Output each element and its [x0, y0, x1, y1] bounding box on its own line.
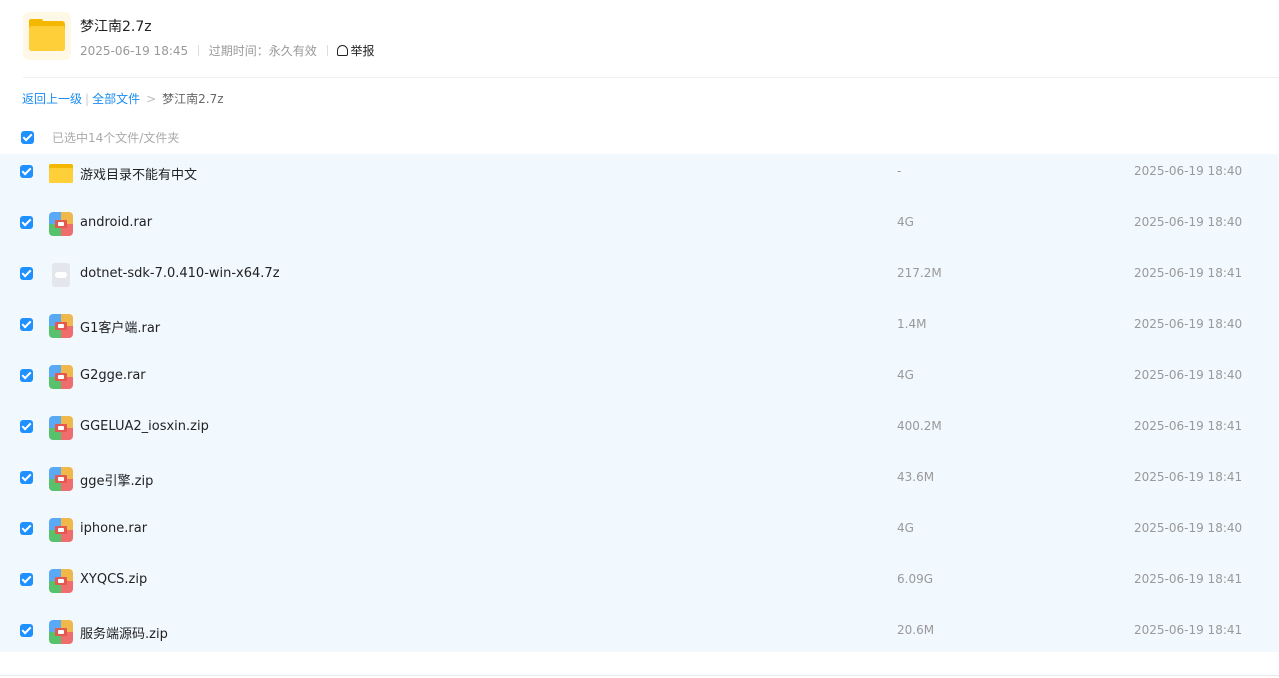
file-list: 游戏目录不能有中文 - 2025-06-19 18:40 android.rar 4G 2…: [0, 154, 1279, 652]
back-link[interactable]: 返回上一级: [22, 92, 82, 106]
file-size: 400.2M: [897, 419, 942, 433]
row-checkbox[interactable]: [20, 420, 33, 433]
file-name[interactable]: 服务端源码.zip: [80, 623, 168, 642]
file-date: 2025-06-19 18:41: [1134, 623, 1243, 637]
archive-icon: [49, 416, 73, 440]
file-row[interactable]: android.rar 4G 2025-06-19 18:40: [0, 205, 1279, 256]
breadcrumb-arrow: >: [146, 92, 157, 106]
all-files-link[interactable]: 全部文件: [92, 92, 140, 106]
file-size: 20.6M: [897, 623, 935, 637]
file-icon: [52, 263, 70, 287]
report-button[interactable]: 举报: [337, 42, 374, 59]
row-checkbox[interactable]: [20, 522, 33, 535]
file-date: 2025-06-19 18:40: [1134, 317, 1243, 331]
breadcrumb: 返回上一级 | 全部文件 > 梦江南2.7z: [22, 90, 224, 107]
file-name[interactable]: iphone.rar: [80, 521, 147, 536]
row-checkbox[interactable]: [20, 216, 33, 229]
file-row[interactable]: dotnet-sdk-7.0.410-win-x64.7z 217.2M 2025-…: [0, 256, 1279, 307]
file-name[interactable]: dotnet-sdk-7.0.410-win-x64.7z: [80, 266, 280, 281]
breadcrumb-separator: |: [85, 92, 90, 106]
share-title: 梦江南2.7z: [80, 19, 152, 35]
row-checkbox[interactable]: [20, 165, 33, 178]
file-date: 2025-06-19 18:41: [1134, 470, 1243, 484]
archive-icon: [49, 365, 73, 389]
row-checkbox[interactable]: [20, 267, 33, 280]
file-row[interactable]: iphone.rar 4G 2025-06-19 18:40: [0, 511, 1279, 562]
file-size: 217.2M: [897, 266, 942, 280]
file-size: 4G: [897, 215, 914, 229]
archive-icon: [49, 569, 73, 593]
archive-icon: [49, 212, 73, 236]
row-checkbox[interactable]: [20, 471, 33, 484]
selection-count: 已选中14个文件/文件夹: [52, 131, 180, 145]
file-row[interactable]: GGELUA2_iosxin.zip 400.2M 2025-06-19 18:41: [0, 409, 1279, 460]
file-size: 4G: [897, 521, 914, 535]
file-date: 2025-06-19 18:41: [1134, 572, 1243, 586]
file-name[interactable]: android.rar: [80, 215, 152, 230]
file-date: 2025-06-19 18:40: [1134, 215, 1243, 229]
bottom-divider: [0, 675, 1279, 676]
file-date: 2025-06-19 18:40: [1134, 521, 1243, 535]
row-checkbox[interactable]: [20, 624, 33, 637]
row-checkbox[interactable]: [20, 369, 33, 382]
file-size: 43.6M: [897, 470, 935, 484]
folder-icon: [49, 161, 73, 185]
file-date: 2025-06-19 18:40: [1134, 164, 1243, 178]
file-row[interactable]: 服务端源码.zip 20.6M 2025-06-19 18:41: [0, 613, 1279, 664]
selection-bar: 已选中14个文件/文件夹: [0, 125, 1279, 149]
file-date: 2025-06-19 18:41: [1134, 419, 1243, 433]
select-all-checkbox[interactable]: [21, 131, 34, 144]
file-row[interactable]: gge引擎.zip 43.6M 2025-06-19 18:41: [0, 460, 1279, 511]
file-size: 1.4M: [897, 317, 927, 331]
file-name[interactable]: G2gge.rar: [80, 368, 146, 383]
file-date: 2025-06-19 18:41: [1134, 266, 1243, 280]
file-date: 2025-06-19 18:40: [1134, 368, 1243, 382]
file-row[interactable]: G2gge.rar 4G 2025-06-19 18:40: [0, 358, 1279, 409]
file-name[interactable]: gge引擎.zip: [80, 470, 153, 489]
share-meta: 2025-06-19 18:45 过期时间：永久有效 举报: [80, 42, 374, 59]
file-size: 4G: [897, 368, 914, 382]
alarm-icon: [337, 45, 349, 56]
file-name[interactable]: 游戏目录不能有中文: [80, 164, 197, 183]
archive-icon: [49, 467, 73, 491]
row-checkbox[interactable]: [20, 573, 33, 586]
file-name[interactable]: G1客户端.rar: [80, 317, 160, 336]
row-checkbox[interactable]: [20, 318, 33, 331]
report-label: 举报: [350, 44, 375, 58]
file-row[interactable]: G1客户端.rar 1.4M 2025-06-19 18:40: [0, 307, 1279, 358]
file-row[interactable]: XYQCS.zip 6.09G 2025-06-19 18:41: [0, 562, 1279, 613]
meta-divider: [326, 45, 328, 56]
share-header: 梦江南2.7z 2025-06-19 18:45 过期时间：永久有效 举报: [0, 0, 1279, 78]
meta-divider: [197, 45, 199, 56]
file-row[interactable]: 游戏目录不能有中文 - 2025-06-19 18:40: [0, 154, 1279, 205]
share-date: 2025-06-19 18:45: [80, 44, 189, 58]
file-name[interactable]: XYQCS.zip: [80, 572, 147, 587]
header-divider: [23, 77, 1279, 78]
breadcrumb-current: 梦江南2.7z: [162, 92, 224, 106]
archive-icon: [49, 314, 73, 338]
folder-icon: [23, 12, 71, 60]
archive-icon: [49, 518, 73, 542]
file-size: 6.09G: [897, 572, 934, 586]
file-name[interactable]: GGELUA2_iosxin.zip: [80, 419, 209, 434]
share-expire: 过期时间：永久有效: [208, 44, 317, 58]
archive-icon: [49, 620, 73, 644]
file-size: -: [897, 164, 902, 178]
